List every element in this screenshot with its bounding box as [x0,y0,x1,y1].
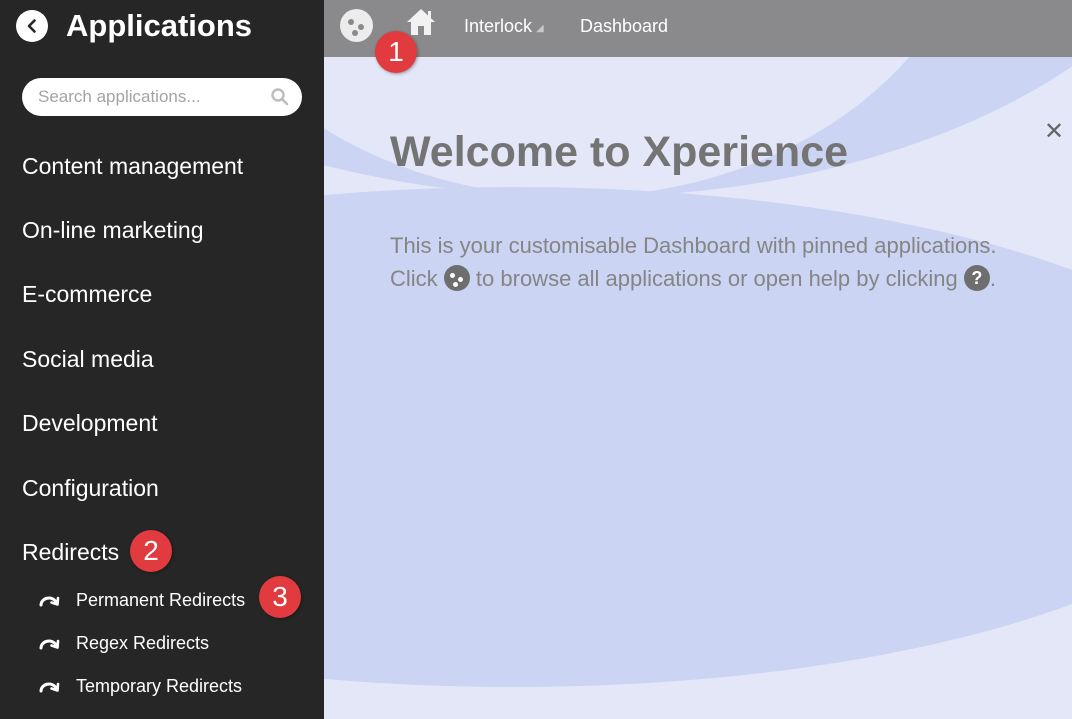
redirect-arrow-icon [39,682,60,693]
app-label: Permanent Redirects [76,589,246,610]
category-redirects[interactable]: Redirects [22,539,119,566]
category-social-media[interactable]: Social media [22,346,154,373]
callout-marker: 2 [130,530,172,572]
home-icon[interactable] [404,6,438,38]
breadcrumb-dashboard[interactable]: Dashboard [580,16,668,37]
search-icon[interactable] [270,87,290,107]
category-development[interactable]: Development [22,410,158,437]
category-online-marketing[interactable]: On-line marketing [22,217,204,244]
applications-icon [443,265,470,291]
applications-menu-button[interactable] [340,9,373,42]
category-e-commerce[interactable]: E-commerce [22,281,152,308]
callout-marker: 3 [259,576,301,618]
welcome-title: Welcome to Xperience [390,128,849,176]
redirect-arrow-icon [39,639,60,650]
help-icon: ? [963,265,990,291]
caret-icon: ◢ [536,23,544,34]
welcome-line-1: This is your customisable Dashboard with… [390,233,997,258]
close-icon[interactable]: ✕ [1044,120,1064,144]
back-button[interactable] [16,10,48,42]
site-selector[interactable]: Interlock ◢ [464,16,544,37]
apps-dot-icon [352,30,358,36]
top-bar: Interlock ◢ Dashboard [324,0,1072,57]
category-content-management[interactable]: Content management [22,153,243,180]
welcome-text: This is your customisable Dashboard with… [390,229,997,295]
sidebar-header: Applications [16,8,252,44]
site-name: Interlock [464,16,533,36]
welcome-line-2: Click to browse all applications or open… [390,265,997,291]
search-input[interactable] [38,87,270,107]
apps-dot-icon [348,19,354,25]
category-configuration[interactable]: Configuration [22,475,159,502]
app-label: Temporary Redirects [76,675,243,696]
search-box[interactable] [22,78,302,116]
callout-marker: 1 [375,31,417,73]
app-label: Regex Redirects [76,632,210,653]
chevron-left-icon [27,19,36,33]
app-permanent-redirects[interactable]: Permanent Redirects [38,587,245,613]
apps-dot-icon [358,24,364,30]
redirect-arrow-icon [39,596,60,607]
app-temporary-redirects[interactable]: Temporary Redirects [38,673,242,699]
sidebar-title: Applications [66,8,253,43]
app-regex-redirects[interactable]: Regex Redirects [38,630,209,656]
